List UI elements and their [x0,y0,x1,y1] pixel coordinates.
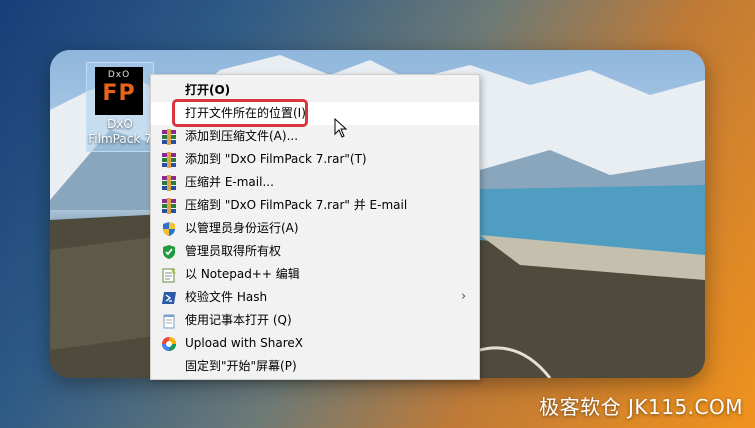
sharex-icon [161,336,177,352]
desktop-shortcut-dxo-filmpack[interactable]: DxO FP DxO FilmPack 7 [86,62,154,152]
menu-item-label: 压缩到 "DxO FilmPack 7.rar" 并 E-mail [185,198,408,212]
shortcut-label: DxO FilmPack 7 [81,117,159,147]
winrar-icon [161,152,177,168]
menu-item-label: 添加到压缩文件(A)... [185,129,299,143]
menu-item-label: 使用记事本打开 (Q) [185,313,292,327]
menu-item-add-to-rar[interactable]: 添加到 "DxO FilmPack 7.rar"(T) [151,148,479,171]
notepadpp-icon [161,267,177,283]
menu-item-run-as-admin[interactable]: 以管理员身份运行(A) [151,217,479,240]
chevron-right-icon: › [461,289,467,304]
dxo-filmpack-icon: DxO FP [95,67,143,115]
menu-item-edit-notepadpp[interactable]: 以 Notepad++ 编辑 [151,263,479,286]
uac-shield-icon [161,221,177,237]
menu-item-pin-to-start[interactable]: 固定到"开始"屏幕(P) [151,355,479,378]
menu-item-verify-hash[interactable]: 校验文件 Hash › [151,286,479,309]
logo-dxo-text: DxO [107,70,131,80]
menu-item-label: 以管理员身份运行(A) [185,221,299,235]
menu-item-label: 固定到"开始"屏幕(P) [185,359,297,373]
menu-item-take-ownership[interactable]: 管理员取得所有权 [151,240,479,263]
mouse-cursor-icon [334,118,348,138]
menu-item-label: 打开(O) [185,83,231,97]
menu-item-label: 管理员取得所有权 [185,244,282,258]
menu-item-compress-rar-email[interactable]: 压缩到 "DxO FilmPack 7.rar" 并 E-mail [151,194,479,217]
notepad-icon [161,313,177,329]
green-shield-icon [161,244,177,260]
menu-item-label: 校验文件 Hash [185,290,268,304]
shortcut-label-line2: FilmPack 7 [88,132,152,146]
watermark: 极客软仓 JK115.COM [539,395,743,419]
menu-item-upload-sharex[interactable]: Upload with ShareX [151,332,479,355]
menu-item-label: 压缩并 E-mail... [185,175,274,189]
menu-item-add-to-archive[interactable]: 添加到压缩文件(A)... [151,125,479,148]
menu-item-open-notepad[interactable]: 使用记事本打开 (Q) [151,309,479,332]
highlight-annotation-box [172,99,308,127]
menu-item-label: 以 Notepad++ 编辑 [185,267,300,281]
shortcut-label-line1: DxO [107,117,133,131]
logo-fp-text: FP [102,81,136,106]
winrar-icon [161,129,177,145]
menu-item-compress-email[interactable]: 压缩并 E-mail... [151,171,479,194]
menu-item-label: 添加到 "DxO FilmPack 7.rar"(T) [185,152,367,166]
powershell-icon [161,290,177,306]
winrar-icon [161,198,177,214]
menu-item-label: Upload with ShareX [185,336,303,350]
winrar-icon [161,175,177,191]
